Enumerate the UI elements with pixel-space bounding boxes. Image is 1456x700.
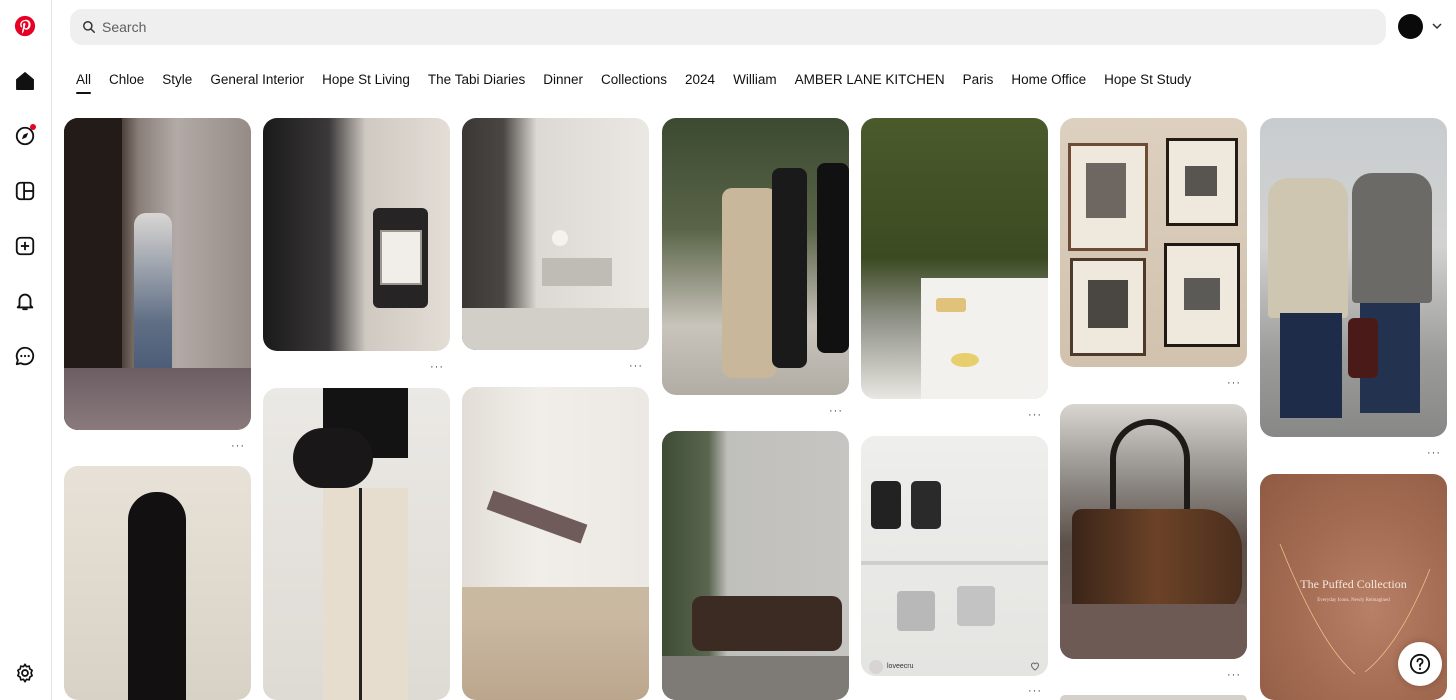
help-button[interactable] xyxy=(1398,642,1442,686)
tab-collections[interactable]: Collections xyxy=(601,72,667,92)
messages-icon[interactable] xyxy=(8,339,42,373)
boards-icon[interactable] xyxy=(8,174,42,208)
tab-dinner[interactable]: Dinner xyxy=(543,72,583,92)
pin-image[interactable] xyxy=(64,466,251,700)
tab-hope-st-study[interactable]: Hope St Study xyxy=(1104,72,1191,92)
pin-more-options[interactable]: ··· xyxy=(1028,686,1042,697)
account-avatar xyxy=(869,660,883,674)
tab-paris[interactable]: Paris xyxy=(963,72,994,92)
tab-general-interior[interactable]: General Interior xyxy=(210,72,304,92)
notifications-bell-icon[interactable] xyxy=(8,284,42,318)
pin-more-options[interactable]: ··· xyxy=(1427,448,1441,459)
pin-image[interactable] xyxy=(662,431,849,700)
pin-more-options[interactable]: ··· xyxy=(1227,378,1241,389)
avatar[interactable] xyxy=(1398,14,1423,39)
pin-image[interactable] xyxy=(64,118,251,430)
pin-image[interactable] xyxy=(1060,695,1247,700)
home-icon[interactable] xyxy=(8,64,42,98)
tab-all[interactable]: All xyxy=(76,72,92,94)
pin-more-options[interactable]: ··· xyxy=(829,406,843,417)
board-tabs: All Chloe Style General Interior Hope St… xyxy=(76,72,1209,96)
create-icon[interactable] xyxy=(8,229,42,263)
tab-2024[interactable]: 2024 xyxy=(685,72,715,92)
heart-icon[interactable] xyxy=(1029,660,1041,672)
pin-image[interactable] xyxy=(662,118,849,395)
pin-more-options[interactable]: ··· xyxy=(629,361,643,372)
sidebar xyxy=(0,0,52,700)
pin-more-options[interactable]: ··· xyxy=(1028,410,1042,421)
pinterest-logo-icon[interactable] xyxy=(8,9,42,43)
pin-image[interactable] xyxy=(263,118,450,351)
pin-image[interactable] xyxy=(263,388,450,700)
notification-dot xyxy=(30,124,36,130)
tab-home-office[interactable]: Home Office xyxy=(1011,72,1086,92)
pin-image[interactable] xyxy=(1060,404,1247,659)
pin-image[interactable]: loveecru xyxy=(861,436,1048,676)
pin-more-options[interactable]: ··· xyxy=(430,362,444,373)
tab-hope-st-living[interactable]: Hope St Living xyxy=(322,72,410,92)
settings-gear-icon[interactable] xyxy=(8,656,42,690)
tab-style[interactable]: Style xyxy=(162,72,192,92)
pin-image[interactable] xyxy=(861,118,1048,399)
search-input[interactable] xyxy=(102,19,1302,35)
tab-chloe[interactable]: Chloe xyxy=(109,72,144,92)
pin-more-options[interactable]: ··· xyxy=(1227,670,1241,681)
search-icon xyxy=(83,21,95,33)
pin-account-name: loveecru xyxy=(887,663,914,670)
search-bar[interactable] xyxy=(70,9,1386,45)
chevron-down-icon[interactable] xyxy=(1431,20,1443,32)
tab-the-tabi-diaries[interactable]: The Tabi Diaries xyxy=(428,72,525,92)
pin-image[interactable] xyxy=(1260,118,1447,437)
tab-amber-lane-kitchen[interactable]: AMBER LANE KITCHEN xyxy=(795,72,945,92)
pin-image[interactable] xyxy=(462,387,649,700)
tab-william[interactable]: William xyxy=(733,72,777,92)
explore-icon[interactable] xyxy=(8,119,42,153)
pin-more-options[interactable]: ··· xyxy=(231,441,245,452)
pin-image[interactable] xyxy=(462,118,649,350)
pin-image[interactable] xyxy=(1060,118,1247,367)
help-question-icon xyxy=(1409,653,1431,675)
